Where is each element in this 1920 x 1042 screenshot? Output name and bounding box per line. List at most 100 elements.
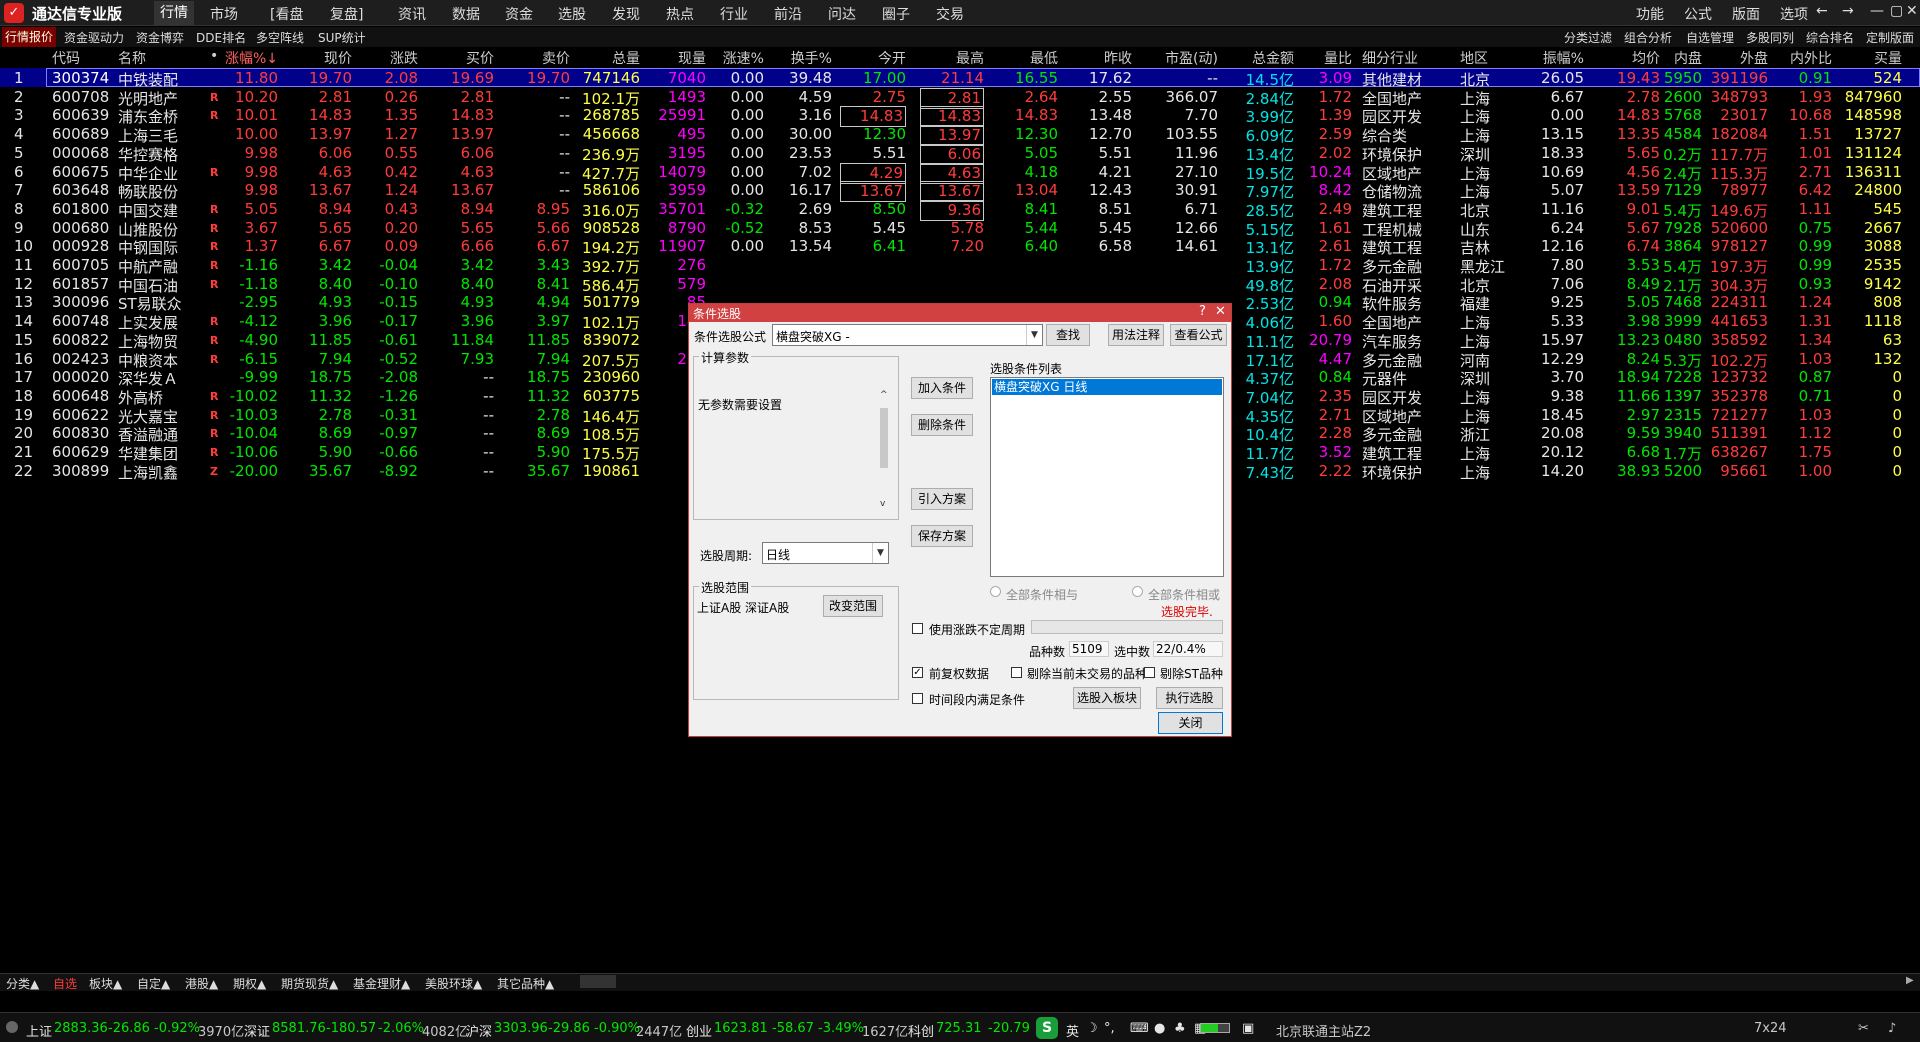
column-header-open[interactable]: 今开	[840, 48, 906, 68]
hs-index-label[interactable]: 沪深	[466, 1021, 492, 1040]
unfixed-period-checkbox[interactable]	[912, 623, 923, 634]
sz-index-label[interactable]: 深证	[244, 1021, 270, 1040]
btab-category[interactable]: 分类▲	[6, 975, 39, 992]
column-header-low[interactable]: 最低	[994, 48, 1058, 68]
tab-dde-rank[interactable]: DDE排名	[196, 29, 246, 46]
ime-logo-icon[interactable]: S	[1036, 1017, 1058, 1039]
column-header-amp[interactable]: 振幅%	[1524, 48, 1584, 68]
tab-custom-layout[interactable]: 定制版面	[1866, 29, 1914, 46]
table-row[interactable]: 1 300374 中铁装配 11.80 19.70 2.08 19.69 19.70 74714…	[0, 68, 1920, 89]
run-selection-button[interactable]: 执行选股	[1156, 687, 1223, 709]
horizontal-scrollbar-thumb[interactable]	[580, 975, 616, 988]
column-header-cur[interactable]: 现量	[648, 48, 706, 68]
ime-skin-icon[interactable]: ♣	[1174, 1021, 1186, 1036]
column-header-outer[interactable]: 外盘	[1704, 48, 1768, 68]
column-header-name[interactable]: 名称	[118, 48, 198, 68]
column-header-ind[interactable]: 细分行业	[1362, 48, 1442, 68]
tab-combined-rank[interactable]: 综合排名	[1806, 29, 1854, 46]
column-header-turn[interactable]: 换手%	[770, 48, 832, 68]
btab-watchlist[interactable]: 自选	[53, 975, 77, 992]
menu-trade[interactable]: 交易	[936, 4, 964, 24]
sh-index-label[interactable]: 上证	[26, 1021, 52, 1040]
btab-sector[interactable]: 板块▲	[89, 975, 122, 992]
menu-function[interactable]: 功能	[1636, 4, 1664, 24]
ime-user-icon[interactable]: ●	[1154, 1021, 1165, 1036]
menu-frontier[interactable]: 前沿	[774, 4, 802, 24]
and-all-radio[interactable]	[990, 586, 1001, 597]
menu-layout[interactable]: 版面	[1732, 4, 1760, 24]
scrollbar-thumb[interactable]	[880, 408, 888, 468]
close-icon[interactable]: ✕	[1906, 3, 1918, 19]
column-header-code[interactable]: 代码	[52, 48, 112, 68]
menu-funds[interactable]: 资金	[505, 4, 533, 24]
or-all-radio[interactable]	[1132, 586, 1143, 597]
column-header-bid[interactable]: 买价	[432, 48, 494, 68]
rm-st-checkbox[interactable]	[1144, 667, 1155, 678]
find-button[interactable]: 查找	[1046, 324, 1090, 346]
kc-index-label[interactable]: 科创	[908, 1021, 934, 1040]
menu-ask[interactable]: 问达	[828, 4, 856, 24]
table-row[interactable]: 3 600639 浦东金桥 R 10.01 14.83 1.35 14.83 -- 268785 2…	[0, 105, 1920, 128]
restore-icon[interactable]: ▢	[1890, 3, 1903, 19]
import-plan-button[interactable]: 引入方案	[911, 488, 973, 510]
speaker-icon[interactable]: ♪	[1888, 1021, 1896, 1036]
add-condition-button[interactable]: 加入条件	[911, 377, 973, 399]
menu-replay[interactable]: 复盘]	[330, 4, 363, 24]
column-header-price[interactable]: 现价	[290, 48, 352, 68]
table-row[interactable]: 11 600705 中航产融 R -1.16 3.42 -0.04 3.42 3.43 392.7…	[0, 255, 1920, 276]
menu-watch[interactable]: [看盘	[270, 4, 303, 24]
column-header-diff[interactable]: 涨跌	[362, 48, 418, 68]
tab-sup-stats[interactable]: SUP统计	[318, 29, 366, 46]
period-select[interactable]: 日线 ▼	[762, 542, 889, 564]
condition-list[interactable]: 横盘突破XG 日线	[990, 377, 1224, 577]
tab-quotes[interactable]: 行情报价	[2, 27, 57, 47]
change-scope-button[interactable]: 改变范围	[823, 595, 883, 617]
scroll-up-icon[interactable]: ^	[880, 390, 888, 400]
column-header-avg[interactable]: 均价	[1600, 48, 1660, 68]
column-header-bv[interactable]: 买量	[1842, 48, 1902, 68]
table-row[interactable]: 10 000928 中钢国际 R 1.37 6.67 0.09 6.66 6.67 194.2万 1…	[0, 236, 1920, 257]
column-header-flag[interactable]: •	[210, 48, 222, 64]
column-header-reg[interactable]: 地区	[1460, 48, 1520, 68]
table-row[interactable]: 9 000680 山推股份 R 3.67 5.65 0.20 5.65 5.66 908528 87…	[0, 218, 1920, 239]
column-header-ask[interactable]: 卖价	[506, 48, 570, 68]
rm-untraded-checkbox[interactable]	[1011, 667, 1022, 678]
delete-condition-button[interactable]: 删除条件	[911, 414, 973, 436]
menu-formula[interactable]: 公式	[1684, 4, 1712, 24]
menu-stock-picking[interactable]: 选股	[558, 4, 586, 24]
ime-lang[interactable]: 英	[1066, 1021, 1079, 1040]
column-header-inner[interactable]: 内盘	[1660, 48, 1702, 68]
tab-category-filter[interactable]: 分类过滤	[1564, 29, 1612, 46]
table-row[interactable]: 2 600708 光明地产 R 10.20 2.81 0.26 2.81 -- 102.1万 149…	[0, 87, 1920, 109]
btab-hk[interactable]: 港股▲	[185, 975, 218, 992]
time-cond-checkbox[interactable]	[912, 693, 923, 704]
tab-multi-stock[interactable]: 多股同列	[1746, 29, 1794, 46]
help-icon[interactable]: ?	[1199, 304, 1206, 319]
tab-fund-game[interactable]: 资金博弈	[136, 29, 184, 46]
btab-custom[interactable]: 自定▲	[137, 975, 170, 992]
column-header-pe[interactable]: 市盈(动)	[1142, 48, 1218, 68]
btab-us[interactable]: 美股环球▲	[425, 975, 482, 992]
close-button[interactable]: 关闭	[1158, 712, 1223, 734]
table-row[interactable]: 7 603648 畅联股份 9.98 13.67 1.24 13.67 -- 586106 395…	[0, 180, 1920, 203]
column-header-amt[interactable]: 总金额	[1224, 48, 1294, 68]
scroll-right-icon[interactable]: ▶	[1906, 975, 1914, 986]
table-row[interactable]: 8 601800 中国交建 R 5.05 8.94 0.43 8.94 8.95 316.0万 35…	[0, 199, 1920, 221]
btab-funds[interactable]: 基金理财▲	[353, 975, 410, 992]
menu-hot[interactable]: 热点	[666, 4, 694, 24]
to-block-button[interactable]: 选股入板块	[1073, 687, 1141, 709]
fq-checkbox[interactable]: ✓	[912, 667, 923, 678]
menu-discover[interactable]: 发现	[612, 4, 640, 24]
dialog-close-icon[interactable]: ✕	[1215, 304, 1226, 319]
forward-arrow-icon[interactable]: →	[1842, 3, 1854, 19]
table-row[interactable]: 4 600689 上海三毛 10.00 13.97 1.27 13.97 -- 456668 49…	[0, 124, 1920, 147]
table-row[interactable]: 6 600675 中华企业 R 9.98 4.63 0.42 4.63 -- 427.7万 1407…	[0, 162, 1920, 184]
column-header-vr[interactable]: 量比	[1298, 48, 1352, 68]
menu-industry[interactable]: 行业	[720, 4, 748, 24]
server-name[interactable]: 北京联通主站Z2	[1276, 1021, 1371, 1040]
table-row[interactable]: 5 000068 华控赛格 9.98 6.06 0.55 6.06 -- 236.9万 3195 0…	[0, 143, 1920, 165]
formula-select[interactable]: 横盘突破XG - ▼	[772, 324, 1043, 346]
cy-index-label[interactable]: 创业	[686, 1021, 712, 1040]
save-plan-button[interactable]: 保存方案	[911, 525, 973, 547]
column-header-spd[interactable]: 涨速%	[712, 48, 764, 68]
